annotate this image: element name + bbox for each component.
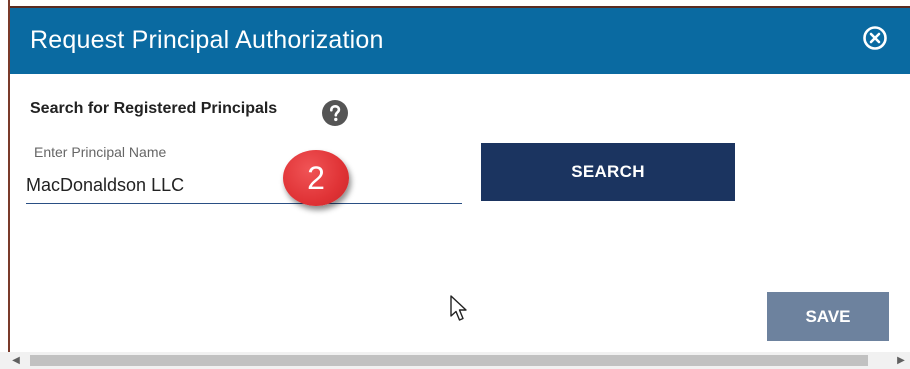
dialog-header: Request Principal Authorization [10,8,910,74]
mouse-cursor-icon [450,295,470,323]
close-icon[interactable] [862,25,888,51]
step-badge: 2 [283,150,349,206]
dialog-window: Request Principal Authorization Search f… [0,0,910,369]
search-button[interactable]: SEARCH [481,143,735,201]
question-circle-icon[interactable] [322,100,348,126]
scroll-right-arrow-icon[interactable]: ▶ [893,352,909,369]
scroll-left-arrow-icon[interactable]: ◀ [8,352,24,369]
principal-name-input[interactable] [26,168,462,204]
search-section-label: Search for Registered Principals [30,100,278,117]
scrollbar-thumb[interactable] [30,355,868,366]
principal-name-label: Enter Principal Name [34,144,167,160]
save-button[interactable]: SAVE [767,292,889,341]
dialog-title: Request Principal Authorization [30,26,384,54]
